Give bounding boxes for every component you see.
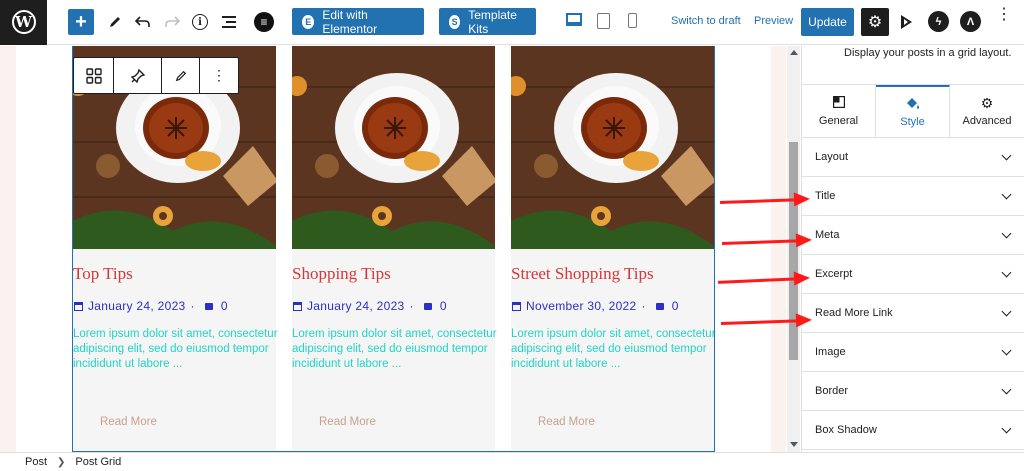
post-grid-block-outline (72, 46, 715, 452)
panel-label: Layout (815, 151, 849, 163)
kebab-menu-icon: ⋮ (212, 67, 226, 83)
panel-title[interactable]: Title (802, 177, 1024, 216)
preview-button[interactable]: Preview (754, 15, 793, 27)
info-icon: i (192, 14, 208, 30)
gear-icon: ⚙ (980, 95, 994, 111)
panel-excerpt[interactable]: Excerpt (802, 255, 1024, 294)
panel-label: Box Shadow (815, 424, 877, 436)
update-button[interactable]: Update (801, 8, 854, 36)
kebab-menu-icon: ⋮ (996, 6, 1012, 23)
edit-with-elementor-label: Edit with Elementor (322, 7, 378, 36)
settings-button[interactable]: ⚙ (861, 8, 889, 36)
panel-border[interactable]: Border (802, 372, 1024, 411)
chevron-right-icon: ❯ (57, 456, 66, 468)
options-button[interactable]: ⋮ (996, 7, 1012, 23)
block-options-button[interactable]: ⋮ (200, 58, 238, 93)
panel-box-shadow[interactable]: Box Shadow (802, 411, 1024, 450)
settings-tabs: General Style ⚙ Advanced (802, 84, 1024, 138)
block-toolbar: ⋮ (73, 57, 239, 94)
tablet-preview-icon[interactable] (597, 13, 610, 29)
layout-icon (832, 95, 845, 110)
panel-layout[interactable]: Layout (802, 138, 1024, 177)
add-block-button[interactable]: + (68, 9, 94, 35)
pencil-icon (110, 17, 120, 27)
spectra-button[interactable]: ≡ (252, 10, 276, 34)
block-type-button[interactable] (74, 58, 114, 93)
panel-label: Image (815, 346, 846, 358)
chevron-down-icon (1001, 267, 1012, 277)
list-view-icon (222, 13, 236, 31)
elementor-icon: E (302, 14, 315, 29)
pin-icon (130, 68, 145, 83)
drag-handle-button[interactable] (114, 58, 162, 93)
bolt-icon: ϟ (935, 15, 942, 28)
panel-label: Read More Link (815, 307, 893, 319)
redo-icon (165, 16, 180, 27)
chevron-down-icon (1001, 189, 1012, 199)
template-kits-button[interactable]: S Template Kits (439, 7, 536, 36)
plugin-logo-icon (901, 15, 912, 29)
chevron-down-icon (1001, 228, 1012, 238)
mobile-preview-icon[interactable] (628, 13, 637, 28)
undo-button[interactable] (131, 10, 155, 34)
chevron-down-icon (1001, 306, 1012, 316)
tab-advanced[interactable]: ⚙ Advanced (950, 85, 1024, 138)
tab-general-label: General (818, 115, 859, 127)
chevron-down-icon (1001, 150, 1012, 160)
block-description: Display your posts in a grid layout. (844, 47, 1012, 59)
grid-icon (85, 67, 102, 84)
desktop-preview-icon[interactable] (566, 13, 582, 26)
edit-block-button[interactable] (162, 58, 200, 93)
edit-with-elementor-button[interactable]: E Edit with Elementor (292, 7, 424, 36)
list-view-button[interactable] (217, 10, 241, 34)
tools-button[interactable] (103, 10, 127, 34)
chevron-down-icon (1001, 345, 1012, 355)
details-button[interactable]: i (188, 10, 212, 34)
plugin-button[interactable] (895, 10, 919, 34)
panel-image[interactable]: Image (802, 333, 1024, 372)
tab-style-label: Style (900, 116, 925, 128)
astra-button[interactable]: Λ (960, 11, 981, 32)
tab-general[interactable]: General (802, 85, 876, 138)
astra-icon: Λ (966, 15, 975, 28)
tab-style[interactable]: Style (876, 85, 950, 138)
wordpress-logo-button[interactable]: W (0, 0, 47, 45)
undo-icon (135, 16, 150, 27)
template-kits-icon: S (449, 14, 461, 29)
breadcrumb-post-grid[interactable]: Post Grid (75, 456, 121, 468)
spectra-bolt-button[interactable]: ϟ (928, 11, 949, 32)
panel-label: Border (815, 385, 849, 397)
redo-button[interactable] (160, 10, 184, 34)
spectra-icon: ≡ (254, 12, 274, 32)
template-kits-label: Template Kits (468, 7, 517, 36)
pencil-icon (175, 70, 186, 81)
panel-label: Title (815, 190, 836, 202)
gear-icon: ⚙ (867, 14, 883, 31)
switch-to-draft-button[interactable]: Switch to draft (671, 15, 741, 27)
tab-advanced-label: Advanced (962, 115, 1012, 127)
wordpress-icon: W (11, 10, 36, 34)
panel-read-more-link[interactable]: Read More Link (802, 294, 1024, 333)
block-breadcrumb: Post ❯ Post Grid (0, 452, 1024, 471)
plus-icon: + (75, 10, 87, 33)
scroll-up-arrow[interactable] (790, 50, 798, 55)
chevron-down-icon (1001, 423, 1012, 433)
block-editor: W + i ≡ E Edit with Elementor S Template… (0, 0, 1024, 471)
panel-meta[interactable]: Meta (802, 216, 1024, 255)
paint-bucket-icon (905, 97, 921, 111)
breadcrumb-post[interactable]: Post (25, 456, 47, 468)
chevron-down-icon (1001, 384, 1012, 394)
scroll-down-arrow[interactable] (790, 442, 798, 447)
block-settings-sidebar: Display your posts in a grid layout. Gen… (801, 46, 1024, 452)
panel-label: Meta (815, 229, 840, 241)
panel-label: Excerpt (815, 268, 853, 280)
